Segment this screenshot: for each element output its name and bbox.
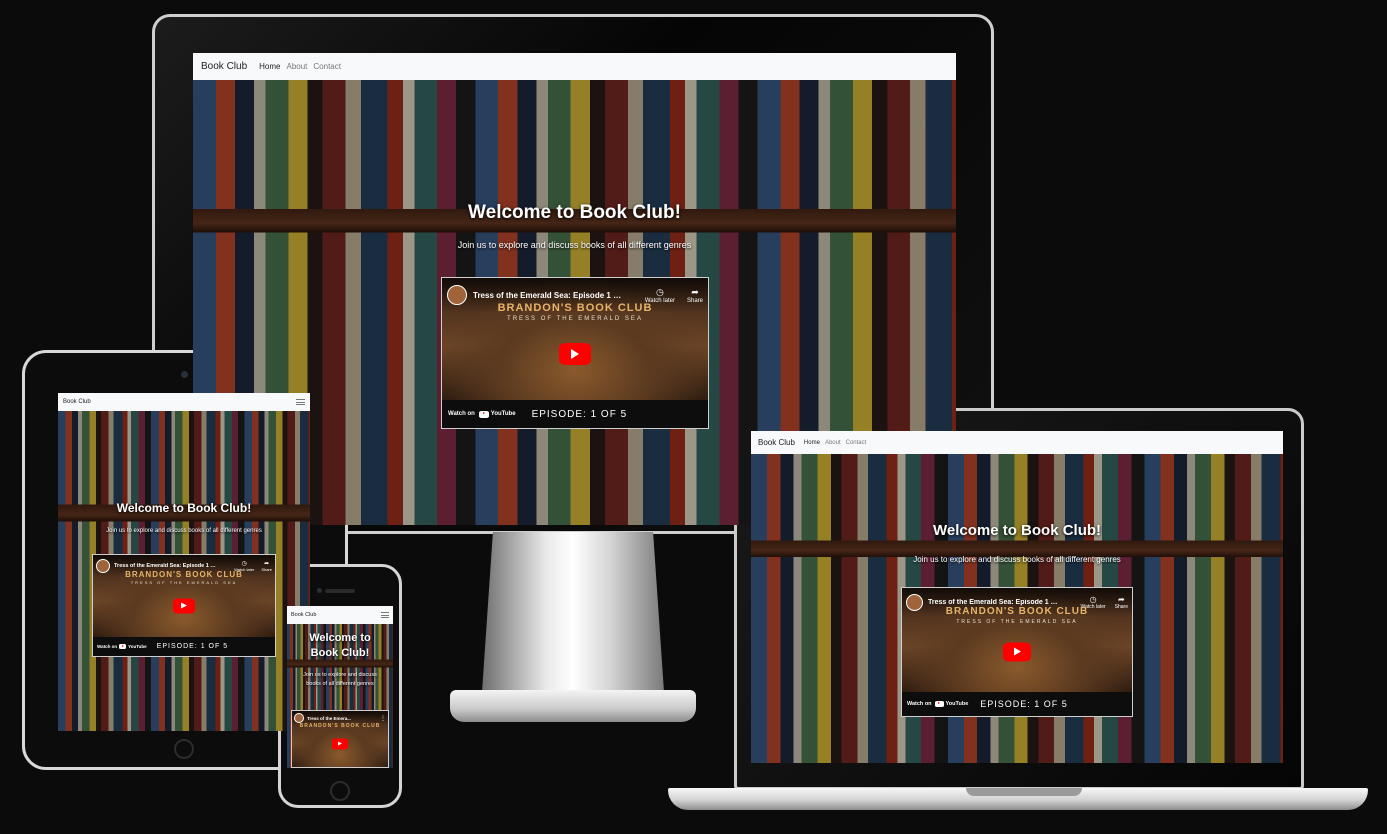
hamburger-menu-icon[interactable]	[381, 612, 389, 618]
video-bottom-bar: Watch on YouTube EPISODE: 1 OF 5	[442, 400, 708, 428]
nav-about-link[interactable]: About	[825, 440, 841, 446]
video-title[interactable]: Tress of the Emerald Sea: Episode 1 of..…	[114, 563, 218, 569]
nav-about-link[interactable]: About	[286, 62, 307, 71]
video-bottom-bar: Watch on YouTube EPISODE: 1 OF 5	[93, 637, 275, 656]
youtube-embed[interactable]: Tress of the Emerald Sea: Episode 1 of..…	[441, 277, 709, 429]
share-icon: ➦	[264, 561, 270, 567]
laptop-screen: Book Club Home About Contact Welcome to …	[751, 431, 1283, 763]
channel-avatar[interactable]	[294, 713, 304, 723]
navbar: Book Club	[287, 606, 393, 624]
episode-label: EPISODE: 1 OF 5	[156, 643, 229, 650]
video-sub-line: TRESS OF THE EMERALD SEA	[130, 580, 238, 585]
share-icon: ➦	[691, 286, 699, 297]
video-title[interactable]: Tress of the Emerald Sea: Episode 1 of..…	[473, 291, 623, 300]
video-channel-line: BRANDON'S BOOK CLUB	[125, 570, 243, 579]
watch-on-label: Watch on	[907, 701, 932, 707]
video-channel-line: BRANDON'S BOOK CLUB	[945, 606, 1089, 617]
share-button[interactable]: ➦ Share	[687, 287, 703, 304]
hero-title: Welcome to Book Club!	[932, 522, 1102, 539]
youtube-label: YouTube	[945, 701, 969, 707]
phone-screen: Book Club Welcome to Book Club! Join us …	[287, 606, 393, 768]
nav-home-link[interactable]: Home	[259, 62, 280, 71]
navbar-brand[interactable]: Book Club	[201, 61, 247, 72]
video-title[interactable]: Tress of the Emerald Sea: Episode 1 of..…	[928, 599, 1060, 606]
watch-on-youtube-link[interactable]: Watch on YouTube	[448, 410, 516, 418]
watch-on-youtube-link[interactable]: Watch on YouTube	[907, 701, 968, 707]
more-options-icon[interactable]: ⋮	[380, 715, 386, 722]
laptop-notch	[966, 788, 1082, 796]
video-bottom-bar: Watch on YouTube EPISODE: 1 OF 5	[902, 692, 1132, 716]
watch-later-button[interactable]: ◷ Watch later	[645, 287, 675, 304]
play-icon[interactable]	[559, 343, 591, 365]
episode-label: EPISODE: 1 OF 5	[980, 699, 1068, 709]
navbar-brand[interactable]: Book Club	[63, 399, 91, 405]
youtube-label: YouTube	[490, 411, 516, 417]
tablet-camera-icon	[181, 371, 188, 378]
video-title[interactable]: Tress of the Emera...	[307, 716, 351, 721]
phone-speaker	[325, 589, 355, 593]
play-icon[interactable]	[173, 598, 195, 614]
watch-on-label: Watch on	[448, 411, 475, 417]
navbar: Book Club	[58, 393, 310, 411]
share-icon: ➦	[1117, 594, 1125, 604]
hero-title-line-2: Book Club!	[310, 647, 370, 659]
hero-title: Welcome to Book Club!	[116, 501, 252, 515]
play-icon[interactable]	[1003, 642, 1031, 662]
nav-home-link[interactable]: Home	[804, 440, 820, 446]
navbar: Book Club Home About Contact	[751, 431, 1283, 454]
hero-subtitle-line-1: Join us to explore and discuss	[303, 672, 377, 678]
navbar-brand[interactable]: Book Club	[758, 438, 795, 447]
nav-contact-link[interactable]: Contact	[313, 62, 341, 71]
navbar: Book Club Home About Contact	[193, 53, 956, 80]
nav-contact-link[interactable]: Contact	[846, 440, 867, 446]
hero-subtitle-line-2: books of all different genres	[306, 681, 374, 687]
tablet-home-button	[174, 739, 194, 759]
watch-later-icon: ◷	[241, 561, 247, 567]
video-sub-line: TRESS OF THE EMERALD SEA	[507, 316, 643, 322]
hero-title: Welcome to Book Club!	[468, 202, 681, 223]
video-actions: ⋮	[380, 715, 386, 722]
youtube-logo-icon	[478, 410, 489, 418]
episode-label: EPISODE: 1 OF 5	[531, 408, 628, 420]
tablet-screen: Book Club Welcome to Book Club! Join us …	[58, 393, 310, 731]
monitor-stand-foot	[450, 690, 696, 722]
youtube-logo-icon	[119, 644, 127, 649]
phone-home-button	[330, 781, 350, 801]
monitor-stand-neck	[482, 532, 664, 692]
watch-later-icon: ◷	[655, 286, 664, 297]
video-channel-line: BRANDON'S BOOK CLUB	[299, 723, 381, 729]
hero-title-line-1: Welcome to	[309, 632, 371, 644]
watch-later-icon: ◷	[1089, 594, 1097, 604]
youtube-logo-icon	[934, 701, 944, 707]
watch-on-youtube-link[interactable]: Watch on YouTube	[97, 644, 147, 649]
video-actions: ◷ Watch later ➦ Share	[645, 287, 703, 304]
youtube-embed[interactable]: Tress of the Emerald Sea: Episode 1 of..…	[901, 587, 1133, 717]
video-channel-line: BRANDON'S BOOK CLUB	[497, 302, 653, 314]
hamburger-menu-icon[interactable]	[296, 399, 305, 405]
play-icon[interactable]	[332, 738, 348, 750]
youtube-embed[interactable]: Tress of the Emerald Sea: Episode 1 of..…	[92, 554, 276, 657]
video-sub-line: TRESS OF THE EMERALD SEA	[956, 619, 1078, 625]
phone-camera-icon	[317, 588, 322, 593]
navbar-brand[interactable]: Book Club	[291, 612, 316, 618]
hero-subtitle: Join us to explore and discuss books of …	[106, 528, 262, 534]
hero-subtitle: Join us to explore and discuss books of …	[913, 555, 1121, 564]
hero-subtitle: Join us to explore and discuss books of …	[457, 240, 692, 250]
youtube-label: YouTube	[128, 644, 147, 649]
watch-on-label: Watch on	[97, 644, 118, 649]
youtube-embed[interactable]: Tress of the Emera... ⋮ BRANDON'S BOOK C…	[291, 710, 389, 768]
